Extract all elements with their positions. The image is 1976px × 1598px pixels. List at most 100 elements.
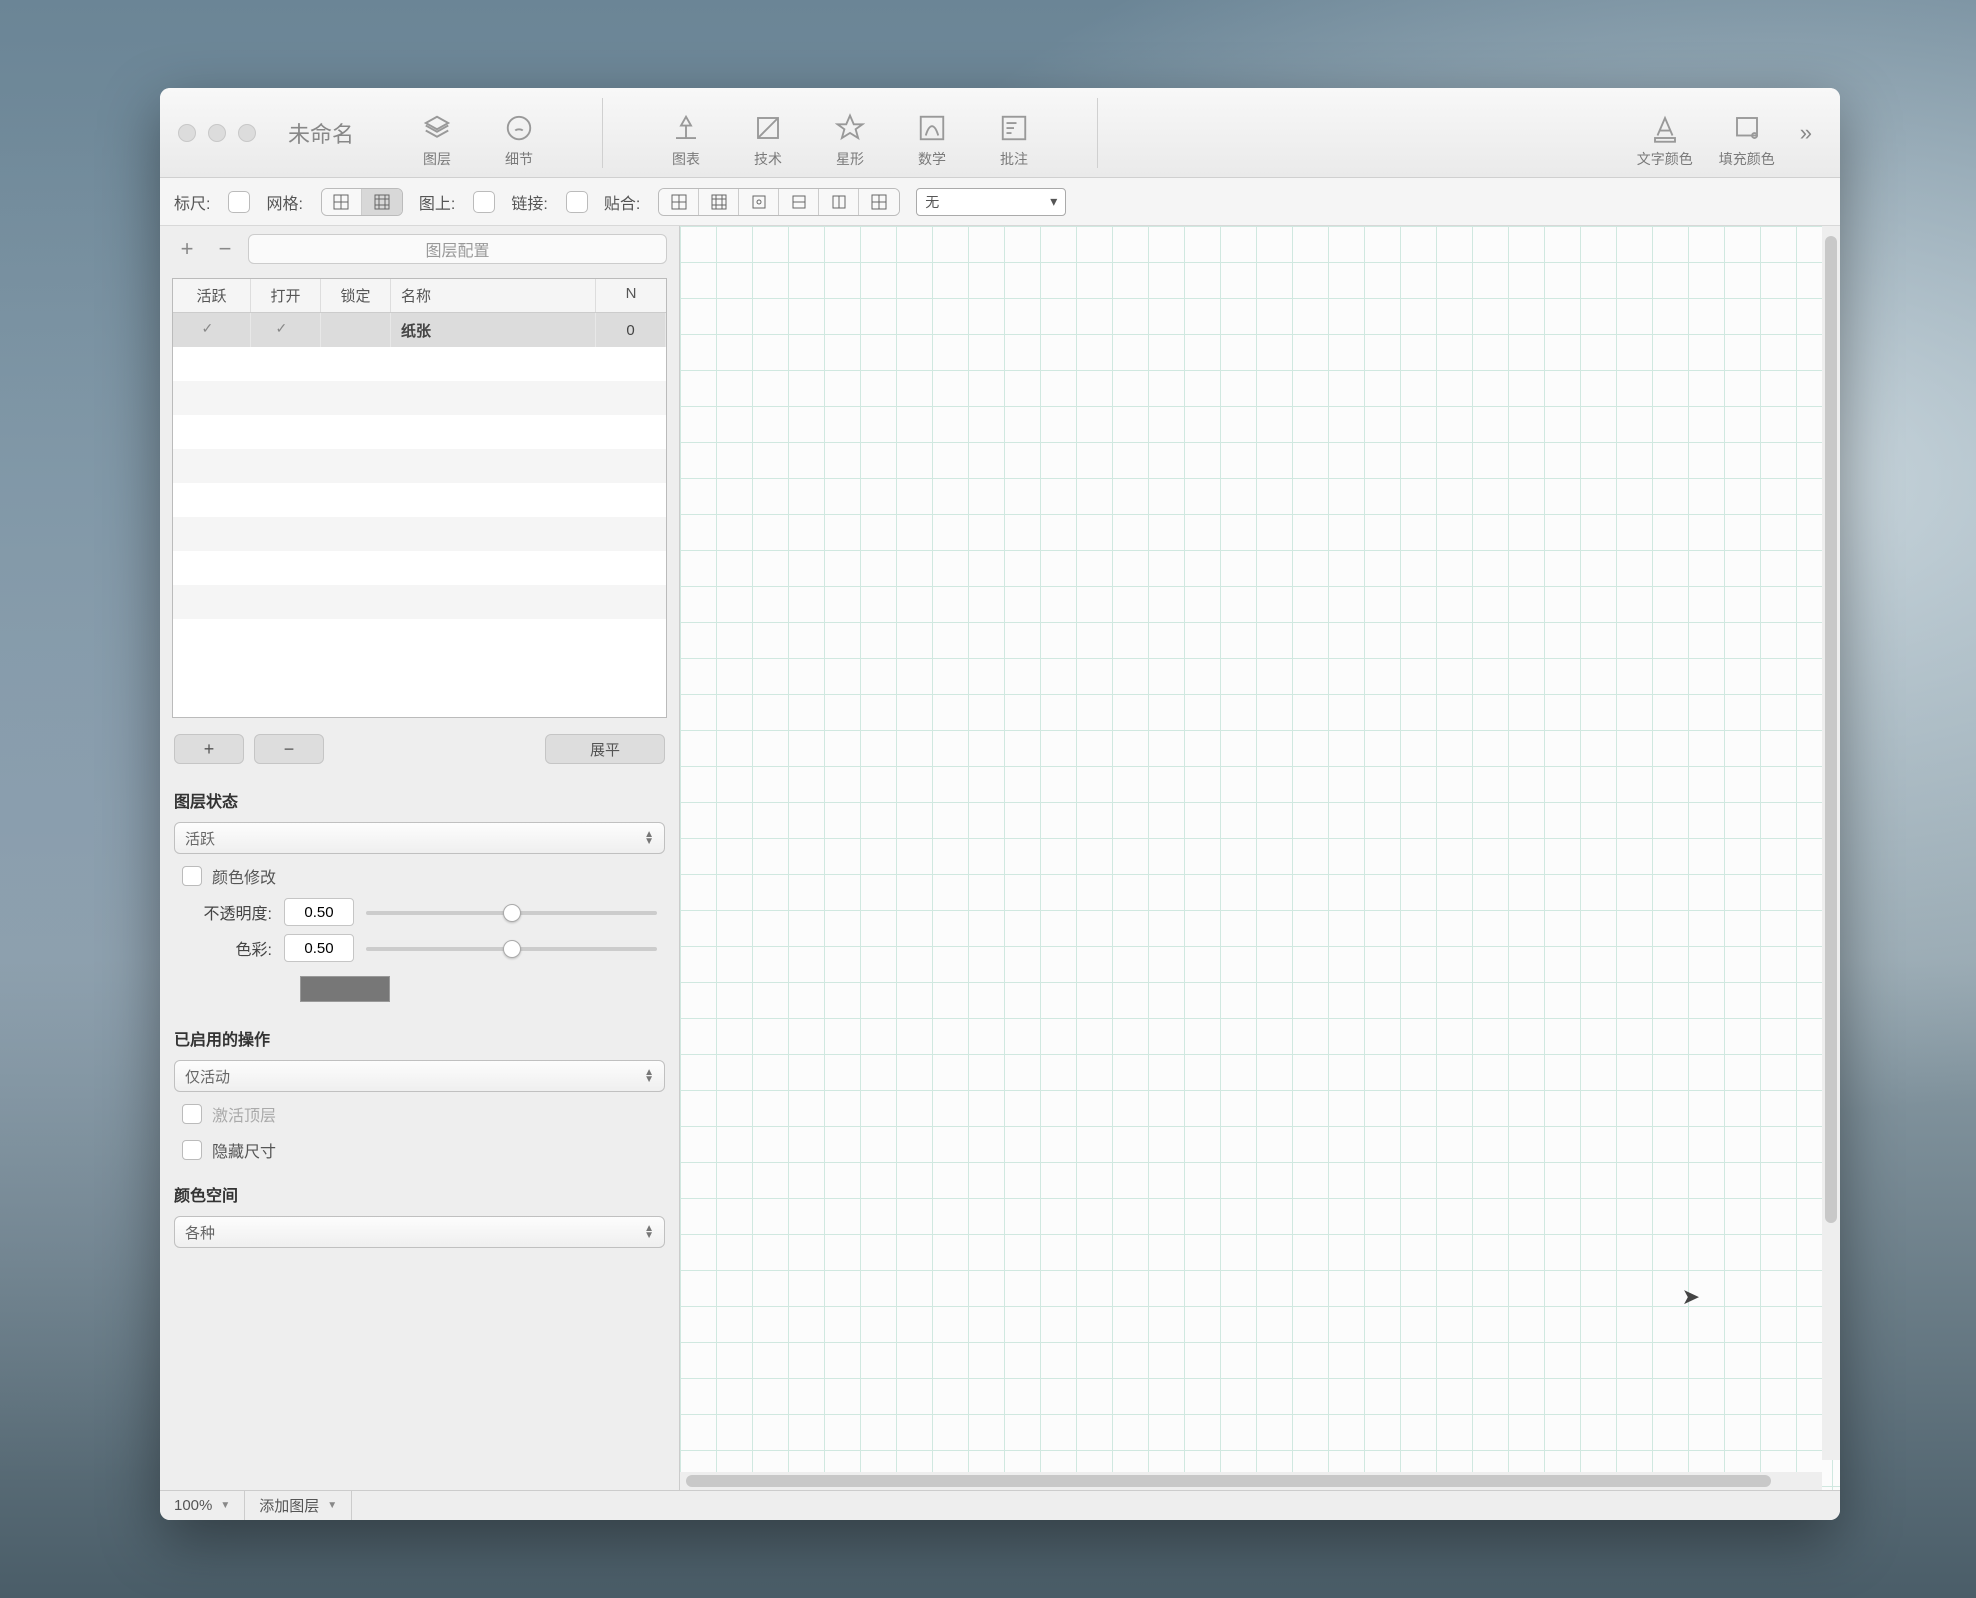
link-checkbox[interactable] [566,191,588,213]
star-button[interactable]: 星形 [815,97,885,169]
details-label: 细节 [505,149,533,169]
toolbar-divider-2 [1097,98,1098,168]
layer-table: 活跃 打开 锁定 名称 N ✓ ✓ 纸张 0 [172,278,667,718]
row-n: 0 [596,313,666,347]
sidebar-remove-button[interactable]: − [210,234,240,264]
activate-top-label: 激活顶层 [212,1102,276,1126]
text-color-button[interactable]: 文字颜色 [1630,97,1700,169]
check-icon: ✓ [202,320,222,340]
traffic-lights [178,124,256,142]
col-name[interactable]: 名称 [391,279,596,312]
layer-table-header: 活跃 打开 锁定 名称 N [173,279,666,313]
math-button[interactable]: 数学 [897,97,967,169]
table-row[interactable] [173,415,666,449]
updown-icon: ▲▼ [644,831,654,845]
color-field[interactable] [284,934,354,962]
color-space-dropdown[interactable]: 各种 ▲▼ [174,1216,665,1248]
grid-coarse-button[interactable] [322,189,362,215]
snap-opt-5[interactable] [819,189,859,215]
table-row[interactable] [173,347,666,381]
layer-config-field[interactable]: 图层配置 [248,234,667,264]
opacity-field[interactable] [284,898,354,926]
enabled-ops-value: 仅活动 [185,1066,230,1087]
col-n[interactable]: N [596,279,666,312]
app-window: 未命名 图层 细节 图表 技术 星形 [160,88,1840,1520]
text-color-label: 文字颜色 [1637,149,1693,169]
layers-button[interactable]: 图层 [402,97,472,169]
on-image-label: 图上: [419,190,455,214]
link-label: 链接: [511,190,547,214]
row-name: 纸张 [391,313,596,347]
table-row[interactable] [173,449,666,483]
canvas-grid [680,226,1840,1490]
hide-dims-checkbox[interactable] [182,1140,202,1160]
opacity-label: 不透明度: [182,900,272,924]
sidebar-add-button[interactable]: + [172,234,202,264]
color-slider[interactable] [366,938,657,958]
color-modify-row: 颜色修改 [160,858,679,894]
horizontal-scrollbar[interactable] [680,1472,1822,1490]
snap-dropdown[interactable]: 无 ▾ [916,188,1066,216]
enabled-ops-title: 已启用的操作 [160,1012,679,1056]
grid-fine-button[interactable] [362,189,402,215]
annotation-button[interactable]: 批注 [979,97,1049,169]
technology-label: 技术 [754,149,782,169]
layer-state-dropdown[interactable]: 活跃 ▲▼ [174,822,665,854]
opacity-slider[interactable] [366,902,657,922]
layers-label: 图层 [423,149,451,169]
snap-opt-6[interactable] [859,189,899,215]
close-window-button[interactable] [178,124,196,142]
annotation-icon [999,113,1029,143]
titlebar: 未命名 图层 细节 图表 技术 星形 [160,88,1840,178]
flatten-button[interactable]: 展平 [545,734,665,764]
math-label: 数学 [918,149,946,169]
details-button[interactable]: 细节 [484,97,554,169]
snap-opt-4[interactable] [779,189,819,215]
col-active[interactable]: 活跃 [173,279,251,312]
grid-label: 网格: [266,190,302,214]
chart-button[interactable]: 图表 [651,97,721,169]
activate-top-checkbox[interactable] [182,1104,202,1124]
snap-opt-3[interactable] [739,189,779,215]
enabled-ops-dropdown[interactable]: 仅活动 ▲▼ [174,1060,665,1092]
star-icon [835,113,865,143]
table-add-button[interactable]: + [174,734,244,764]
table-row[interactable] [173,517,666,551]
snap-opt-2[interactable] [699,189,739,215]
on-image-checkbox[interactable] [473,191,495,213]
table-remove-button[interactable]: − [254,734,324,764]
table-row[interactable] [173,551,666,585]
color-modify-label: 颜色修改 [212,864,276,888]
table-row[interactable] [173,619,666,653]
check-icon: ✓ [276,320,296,340]
table-row[interactable]: ✓ ✓ 纸张 0 [173,313,666,347]
dropdown-arrow-icon: ▾ [1050,193,1057,210]
opacity-row: 不透明度: [160,894,679,930]
color-modify-checkbox[interactable] [182,866,202,886]
annotation-label: 批注 [1000,149,1028,169]
col-lock[interactable]: 锁定 [321,279,391,312]
technology-button[interactable]: 技术 [733,97,803,169]
toolbar-group-color: 文字颜色 填充颜色 [1630,97,1782,169]
grid-segment [321,188,403,216]
fill-color-button[interactable]: 填充颜色 [1712,97,1782,169]
table-row[interactable] [173,381,666,415]
canvas-area[interactable]: ➤ [680,226,1840,1490]
snap-segment [658,188,900,216]
fill-color-icon [1732,113,1762,143]
star-label: 星形 [836,149,864,169]
table-row[interactable] [173,585,666,619]
toolbar-group-shapes: 图表 技术 星形 数学 批注 [651,97,1049,169]
table-row[interactable] [173,483,666,517]
updown-icon: ▲▼ [644,1225,654,1239]
zoom-window-button[interactable] [238,124,256,142]
vertical-scrollbar[interactable] [1822,226,1840,1460]
toolbar-overflow-button[interactable]: » [1790,120,1822,146]
minimize-window-button[interactable] [208,124,226,142]
zoom-menu[interactable]: 100% ▼ [160,1491,245,1520]
color-swatch[interactable] [300,976,390,1002]
add-layer-menu[interactable]: 添加图层 ▼ [245,1491,352,1520]
col-open[interactable]: 打开 [251,279,321,312]
snap-opt-1[interactable] [659,189,699,215]
ruler-checkbox[interactable] [228,191,250,213]
